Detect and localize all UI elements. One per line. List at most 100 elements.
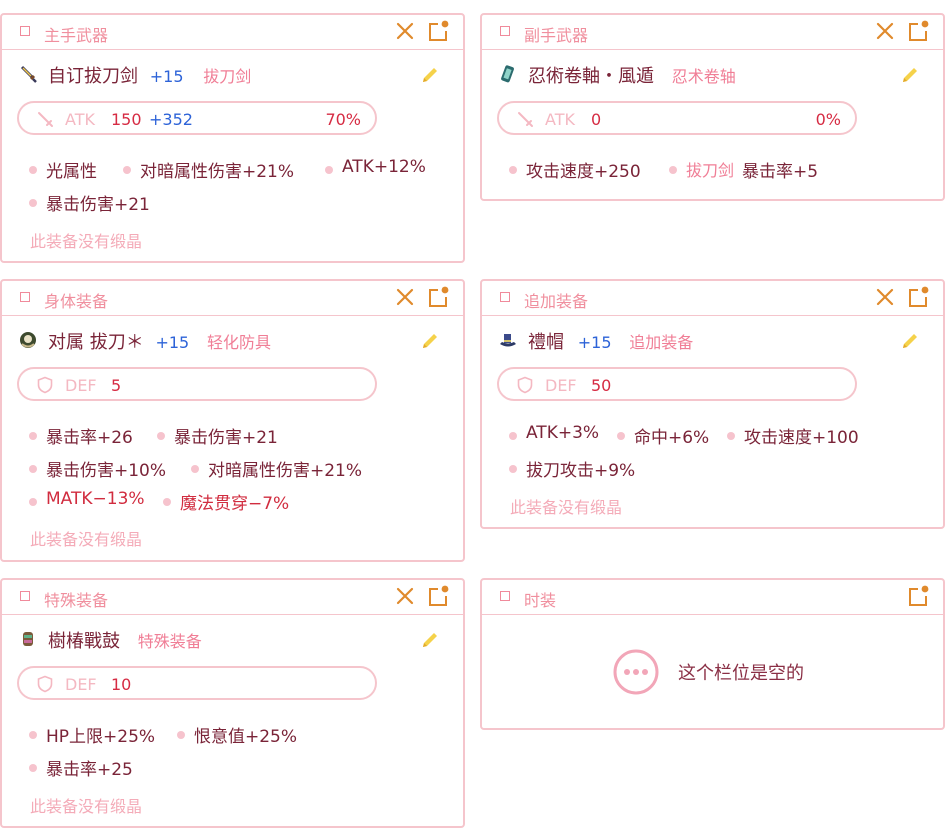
edit-slot-icon[interactable] (907, 584, 929, 608)
pencil-icon[interactable] (419, 330, 441, 352)
stat-base: 0 (591, 110, 602, 129)
attr-item-negative: 魔法贯穿−7% (162, 489, 289, 514)
refine-level: +15 (577, 333, 612, 352)
item-type: 拔刀剑 (203, 67, 252, 86)
card-special: 特殊装备 樹椿戰鼓 特殊装备 DEF 10 HP上限+25% 恨意值+25% 暴… (0, 578, 465, 828)
checkbox-icon[interactable] (20, 591, 30, 601)
item-title: 樹椿戰鼓 (48, 631, 120, 652)
attr-item: 攻击速度+100 (727, 423, 859, 448)
item-name[interactable]: 忍術卷軸・風遁 忍术卷轴 (528, 62, 736, 88)
item-row: 忍術卷軸・風遁 忍术卷轴 (498, 61, 927, 89)
close-icon[interactable] (395, 285, 415, 309)
sword-icon (20, 65, 37, 83)
edit-slot-icon[interactable] (427, 19, 449, 43)
refine-level: +15 (155, 333, 190, 352)
stat-label: ATK (65, 110, 95, 129)
stat-box: DEF 50 (497, 367, 857, 401)
card-header: 追加装备 (482, 281, 943, 316)
card-additional: 追加装备 禮帽 +15 追加装备 DEF 50 ATK+3% 命中+6% 攻击速… (480, 279, 945, 529)
item-type: 忍术卷轴 (671, 67, 736, 86)
stat-label: DEF (65, 376, 97, 395)
item-name[interactable]: 自订拔刀剑 +15 拔刀剑 (48, 62, 251, 88)
checkbox-icon[interactable] (20, 292, 30, 302)
attr-item: 暴击率+26 (29, 423, 133, 448)
stat-base: 10 (111, 675, 132, 694)
item-title: 禮帽 (528, 332, 564, 353)
pencil-icon[interactable] (899, 64, 921, 86)
item-name[interactable]: 樹椿戰鼓 特殊装备 (48, 627, 202, 653)
checkbox-icon[interactable] (20, 26, 30, 36)
close-icon[interactable] (875, 19, 895, 43)
edit-slot-icon[interactable] (427, 584, 449, 608)
attr-item: 对暗属性伤害+21% (122, 157, 294, 182)
slot-title: 身体装备 (44, 292, 109, 311)
attr-item: 暴击伤害+10% (28, 456, 166, 481)
attr-item: 暴击率+5 (742, 162, 819, 182)
slot-title: 副手武器 (524, 26, 589, 45)
attr-item: ATK+3% (508, 423, 600, 443)
attr-item: HP上限+25% (28, 722, 155, 747)
ellipsis-icon (613, 649, 659, 695)
card-header: 时装 (482, 580, 943, 615)
stat-base: 150 (111, 110, 142, 129)
no-crystal-note: 此装备没有缎晶 (30, 530, 143, 549)
item-name[interactable]: 对属 拔刀＊ +15 轻化防具 (48, 328, 271, 354)
attr-item: 拔刀攻击+9% (508, 456, 635, 481)
stat-box: ATK 150 +352 70% (17, 101, 377, 135)
item-title: 忍術卷軸・風遁 (528, 66, 654, 87)
slot-title: 特殊装备 (44, 591, 109, 610)
stat-base: 50 (591, 376, 612, 395)
no-crystal-note: 此装备没有缎晶 (510, 498, 623, 517)
checkbox-icon[interactable] (500, 591, 510, 601)
attr-item: 攻击速度+250 (509, 157, 641, 182)
empty-text: 这个栏位是空的 (678, 663, 804, 684)
card-fashion: 时装 这个栏位是空的 (480, 578, 945, 730)
slot-title: 追加装备 (524, 292, 589, 311)
stat-box: ATK 0 0% (497, 101, 857, 135)
slot-title: 主手武器 (44, 26, 109, 45)
hat-icon (500, 334, 516, 347)
stat-label: DEF (65, 675, 97, 694)
edit-slot-icon[interactable] (907, 19, 929, 43)
sword-stat-icon (518, 112, 533, 127)
item-name[interactable]: 禮帽 +15 追加装备 (528, 328, 693, 354)
drum-icon (23, 632, 33, 646)
stat-box: DEF 10 (17, 666, 377, 700)
scroll-icon (501, 65, 514, 83)
item-row: 樹椿戰鼓 特殊装备 (18, 626, 447, 654)
attr-item: 暴击率+25 (29, 755, 133, 780)
card-header: 特殊装备 (2, 580, 463, 615)
card-sub-weapon: 副手武器 忍術卷軸・風遁 忍术卷轴 ATK 0 0% 攻击速度+250 拔刀剑 … (480, 13, 945, 201)
checkbox-icon[interactable] (500, 26, 510, 36)
item-row: 对属 拔刀＊ +15 轻化防具 (18, 327, 447, 355)
close-icon[interactable] (875, 285, 895, 309)
attr-item: 命中+6% (616, 423, 709, 448)
armor-icon (20, 332, 36, 348)
stat-base: 5 (111, 376, 122, 395)
item-row: 自订拔刀剑 +15 拔刀剑 (18, 61, 447, 89)
close-icon[interactable] (395, 19, 415, 43)
slot-title: 时装 (524, 591, 557, 610)
close-icon[interactable] (395, 584, 415, 608)
edit-slot-icon[interactable] (907, 285, 929, 309)
item-type: 追加装备 (629, 333, 694, 352)
attr-item: 暴击伤害+21 (29, 190, 150, 215)
attr-tag: 拔刀剑 (668, 157, 734, 181)
refine-level: +15 (149, 67, 184, 86)
sword-stat-icon (38, 112, 53, 127)
edit-slot-icon[interactable] (427, 285, 449, 309)
attr-item-negative: MATK−13% (29, 489, 145, 509)
shield-icon (37, 376, 53, 394)
attr-item: 恨意值+25% (176, 722, 297, 747)
stat-plus: +352 (149, 110, 193, 129)
card-header: 主手武器 (2, 15, 463, 50)
attr-item: ATK+12% (325, 157, 426, 177)
stat-label: DEF (545, 376, 577, 395)
pencil-icon[interactable] (899, 330, 921, 352)
stat-label: ATK (545, 110, 575, 129)
item-title: 自订拔刀剑 (48, 66, 138, 87)
pencil-icon[interactable] (419, 629, 441, 651)
checkbox-icon[interactable] (500, 292, 510, 302)
no-crystal-note: 此装备没有缎晶 (30, 232, 143, 251)
pencil-icon[interactable] (419, 64, 441, 86)
